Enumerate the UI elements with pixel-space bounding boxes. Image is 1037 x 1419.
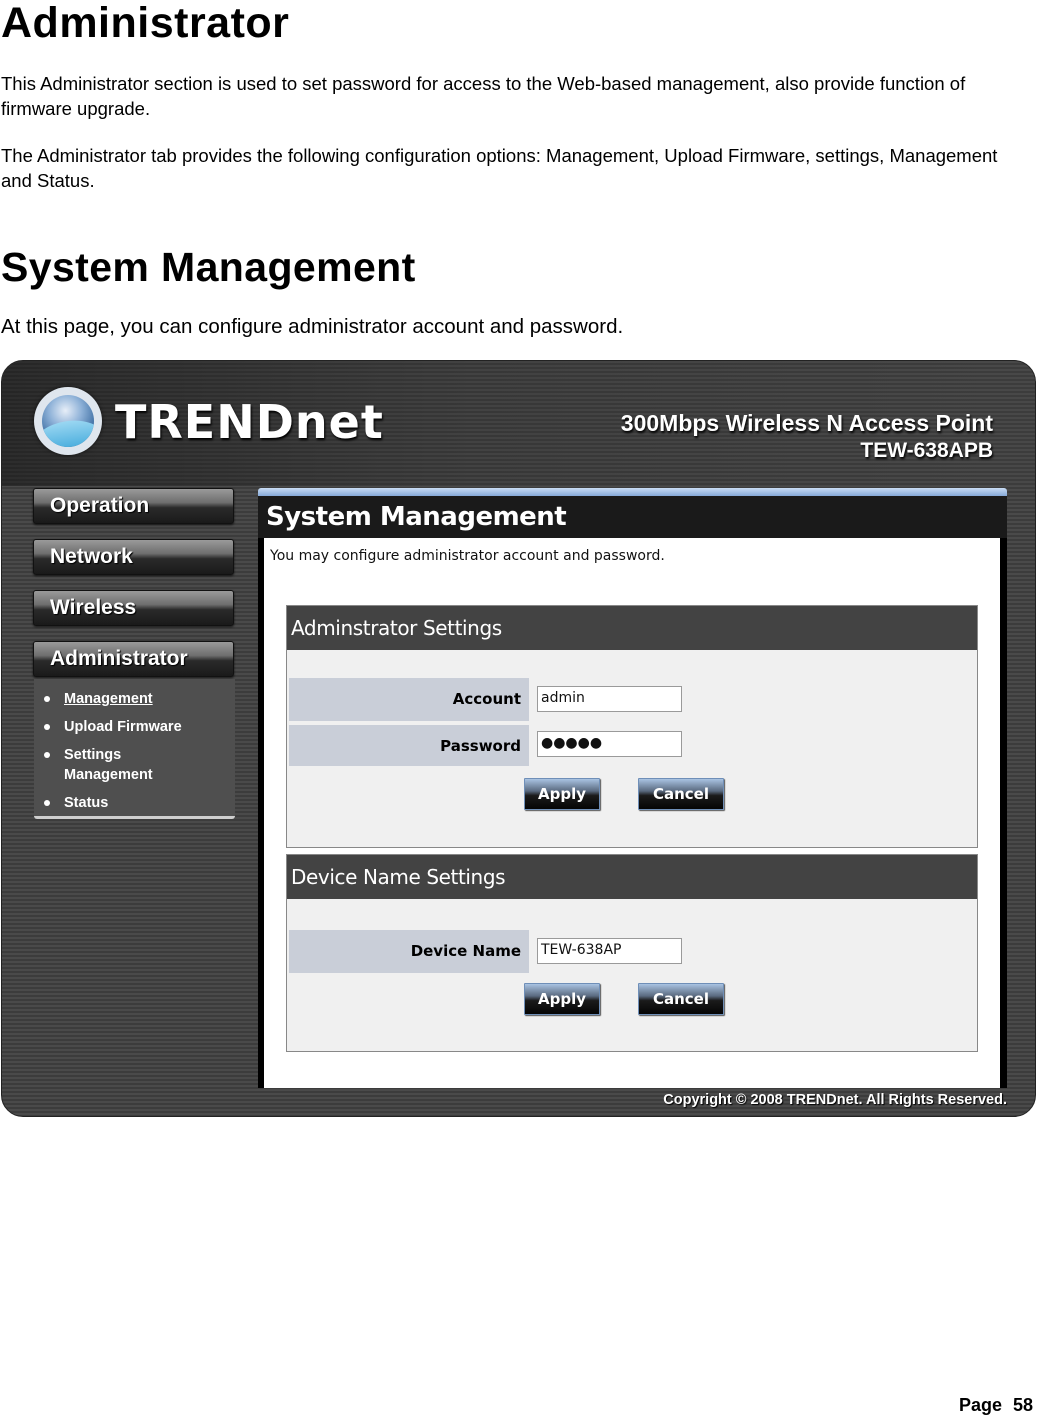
trendnet-globe-logo-icon	[34, 387, 102, 455]
admin-cancel-button[interactable]: Cancel	[638, 778, 724, 810]
admin-apply-button[interactable]: Apply	[524, 778, 600, 810]
device-name-input[interactable]: TEW-638AP	[537, 938, 682, 964]
account-row: Account admin	[289, 678, 977, 721]
brand-name: TRENDnet	[115, 395, 384, 449]
submenu-status[interactable]: Status	[40, 793, 235, 813]
options-paragraph: The Administrator tab provides the follo…	[1, 145, 998, 191]
device-name-row: Device Name TEW-638AP	[289, 930, 977, 973]
box-title: Adminstrator Settings	[287, 606, 977, 650]
device-cancel-button[interactable]: Cancel	[638, 983, 724, 1015]
account-input[interactable]: admin	[537, 686, 682, 712]
product-model: TEW-638APB	[860, 439, 993, 462]
device-name-settings-box: Device Name Settings Device Name TEW-638…	[286, 854, 978, 1052]
nav-network[interactable]: Network	[33, 539, 234, 575]
account-label: Account	[289, 678, 529, 721]
device-name-label: Device Name	[289, 930, 529, 973]
page-number: Page 58	[958, 1395, 1033, 1415]
section-paragraph: At this page, you can configure administ…	[1, 315, 624, 338]
product-name: 300Mbps Wireless N Access Point	[620, 410, 993, 436]
section-heading: System Management	[1, 244, 416, 290]
nav-operation[interactable]: Operation	[33, 488, 234, 524]
bullet-icon	[44, 724, 50, 730]
box-title: Device Name Settings	[287, 855, 977, 899]
submenu-upload-firmware[interactable]: Upload Firmware	[40, 717, 235, 737]
panel-accent-bar	[258, 488, 1007, 496]
nav-administrator[interactable]: Administrator	[33, 641, 234, 677]
device-apply-button[interactable]: Apply	[524, 983, 600, 1015]
panel-intro: You may configure administrator account …	[270, 548, 665, 564]
administrator-settings-box: Adminstrator Settings Account admin Pass…	[286, 605, 978, 848]
bullet-icon	[44, 696, 50, 702]
password-label: Password	[289, 723, 529, 766]
password-row: Password ●●●●●	[289, 723, 977, 766]
document-heading: Administrator	[1, 0, 290, 47]
panel-header: System Management	[258, 496, 1007, 538]
intro-paragraph: This Administrator section is used to se…	[1, 73, 966, 119]
copyright-text: Copyright © 2008 TRENDnet. All Rights Re…	[663, 1092, 1007, 1108]
administrator-submenu: Management Upload Firmware Settings Mana…	[34, 679, 235, 819]
nav-wireless[interactable]: Wireless	[33, 590, 234, 626]
router-ui-screenshot: TRENDnet 300Mbps Wireless N Access Point…	[1, 360, 1036, 1117]
bullet-icon	[44, 752, 50, 758]
bullet-icon	[44, 800, 50, 806]
password-input[interactable]: ●●●●●	[537, 731, 682, 757]
panel-body: You may configure administrator account …	[258, 538, 1007, 1088]
product-title: 300Mbps Wireless N Access Point TEW-638A…	[621, 409, 993, 465]
submenu-management[interactable]: Management	[40, 689, 235, 709]
submenu-settings-management[interactable]: Settings Management	[40, 745, 235, 785]
panel-title: System Management	[266, 502, 567, 532]
